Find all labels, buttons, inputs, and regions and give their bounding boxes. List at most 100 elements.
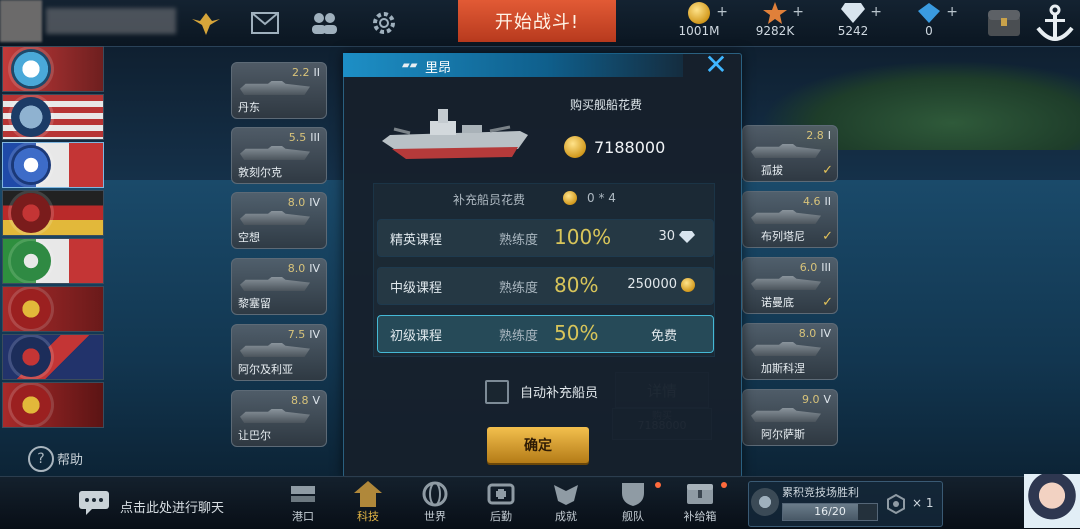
ship-card-courbet[interactable]: 2.8 I 孤拔 ✓	[742, 125, 838, 182]
ship-tier: IV	[309, 196, 320, 209]
ship-silhouette	[240, 211, 310, 225]
ship-level: 2.2	[292, 66, 310, 79]
france-fleur-icon	[11, 145, 51, 185]
logistics-icon	[475, 480, 527, 508]
course-elite[interactable]: 精英课程 熟练度 100% 30	[377, 219, 714, 257]
treasure-chest-icon[interactable]	[986, 6, 1022, 38]
chat-icon[interactable]	[78, 490, 110, 515]
mail-icon[interactable]	[247, 6, 283, 40]
usa-emblem-icon	[11, 97, 51, 137]
crew-cost-label: 补充船员花费	[453, 193, 526, 207]
help-icon[interactable]: ?	[28, 446, 54, 472]
ship-card-jean-bart[interactable]: 8.8 V 让巴尔	[231, 390, 327, 447]
purchase-cost-label: 购买舰船花费	[570, 98, 643, 112]
ship-tier: III	[310, 131, 320, 144]
ship-tier: IV	[820, 327, 831, 340]
ship-card-gascogne[interactable]: 8.0 IV 加斯科涅	[742, 323, 838, 380]
anchor-icon[interactable]	[1034, 2, 1076, 46]
start-battle-button[interactable]: 开始战斗!	[458, 0, 616, 42]
ship-card-kongxiang[interactable]: 8.0 IV 空想	[231, 192, 327, 249]
ship-name: 阿尔及利亚	[238, 363, 293, 376]
plus-icon[interactable]: +	[946, 4, 958, 20]
nav-world[interactable]: 世界	[409, 480, 461, 526]
nav-logistics[interactable]: 后勤	[475, 480, 527, 526]
ship-card-algerie[interactable]: 7.5 IV 阿尔及利亚	[231, 324, 327, 381]
ship-tier: V	[312, 394, 320, 407]
nav-tech[interactable]: 科技	[342, 480, 394, 526]
gem-resource[interactable]: 0 +	[894, 2, 964, 42]
ship-card-richelieu[interactable]: 8.0 IV 黎塞留	[231, 258, 327, 315]
uk-emblem-icon	[11, 337, 51, 377]
arena-progress-text: 16/20	[814, 505, 846, 518]
nation-tab-china[interactable]	[2, 382, 104, 428]
nation-tab-france[interactable]	[2, 142, 104, 188]
ship-name: 阿尔萨斯	[761, 428, 805, 441]
dialog-header	[343, 53, 683, 77]
advisor-character-image[interactable]	[1024, 474, 1080, 528]
port-icon	[277, 480, 329, 508]
settings-gear-icon[interactable]	[366, 6, 402, 40]
nation-tab-italy[interactable]	[2, 238, 104, 284]
nav-supply-box[interactable]: 补给箱	[674, 480, 726, 526]
ship-tier: IV	[309, 328, 320, 341]
course-name: 精英课程	[390, 233, 443, 248]
ship-name: 布列塔尼	[761, 230, 805, 243]
nation-tab-ussr[interactable]	[2, 286, 104, 332]
nation-tab-germany[interactable]	[2, 190, 104, 236]
reward-multiplier: × 1	[912, 496, 934, 510]
ship-silhouette	[751, 408, 821, 422]
fleet-icon	[607, 480, 659, 508]
course-basic[interactable]: 初级课程 熟练度 50% 免费	[377, 315, 714, 353]
ship-card-alsace[interactable]: 9.0 V 阿尔萨斯	[742, 389, 838, 446]
nav-port[interactable]: 港口	[277, 480, 329, 526]
rank-wings-icon[interactable]	[188, 6, 224, 40]
nation-tab-japan[interactable]	[2, 46, 104, 92]
ship-silhouette	[240, 343, 310, 357]
purchase-cost: 7188000	[564, 136, 665, 158]
diamond-resource[interactable]: 5242 +	[818, 2, 888, 42]
ship-card-dantong[interactable]: 2.2 II 丹东	[231, 62, 327, 119]
gold-coin-icon	[563, 191, 577, 205]
course-intermediate[interactable]: 中级课程 熟练度 80% 250000	[377, 267, 714, 305]
auto-crew-label[interactable]: 自动补充船员	[520, 382, 598, 401]
friends-icon[interactable]	[306, 6, 342, 40]
player-avatar[interactable]	[0, 0, 42, 42]
close-icon[interactable]: ✕	[702, 51, 730, 80]
plus-icon[interactable]: +	[716, 4, 728, 20]
auto-crew-checkbox[interactable]	[485, 380, 509, 404]
ship-name: 丹东	[238, 101, 260, 114]
confirm-button[interactable]: 确定	[487, 427, 589, 463]
proficiency-percent: 80%	[554, 273, 599, 297]
ship-silhouette	[240, 409, 310, 423]
star-value: 9282K	[755, 24, 795, 38]
ship-level: 4.6	[803, 195, 821, 208]
gold-value: 1001M	[678, 24, 720, 38]
gold-resource[interactable]: 1001M +	[664, 2, 734, 42]
course-name: 中级课程	[390, 281, 443, 296]
help-label[interactable]: 帮助	[57, 449, 83, 468]
ship-card-normandie[interactable]: 6.0 III 诺曼底 ✓	[742, 257, 838, 314]
nav-label: 科技	[357, 510, 379, 523]
ship-name: 黎塞留	[238, 297, 271, 310]
battleship-image	[380, 105, 530, 165]
nav-achievement[interactable]: 成就	[540, 480, 592, 526]
ship-tier: V	[823, 393, 831, 406]
ship-card-bretagne[interactable]: 4.6 II 布列塔尼 ✓	[742, 191, 838, 248]
nation-tab-usa[interactable]	[2, 94, 104, 140]
crew-cost: 0 * 4	[563, 191, 616, 205]
plus-icon[interactable]: +	[792, 4, 804, 20]
ship-card-dunkerque[interactable]: 5.5 III 敦刻尔克	[231, 127, 327, 184]
nav-fleet[interactable]: 舰队	[607, 480, 659, 526]
ship-tier: I	[827, 129, 831, 142]
ship-silhouette	[751, 342, 821, 356]
nation-tab-uk[interactable]	[2, 334, 104, 380]
chat-prompt[interactable]: 点击此处进行聊天	[120, 497, 224, 516]
plus-icon[interactable]: +	[870, 4, 882, 20]
star-resource[interactable]: 9282K +	[740, 2, 810, 42]
ussr-emblem-icon	[11, 289, 51, 329]
ship-silhouette	[240, 146, 310, 160]
nav-label: 世界	[424, 510, 446, 523]
ship-level: 8.0	[287, 262, 306, 275]
ship-level: 8.0	[287, 196, 306, 209]
ship-level: 5.5	[288, 131, 307, 144]
